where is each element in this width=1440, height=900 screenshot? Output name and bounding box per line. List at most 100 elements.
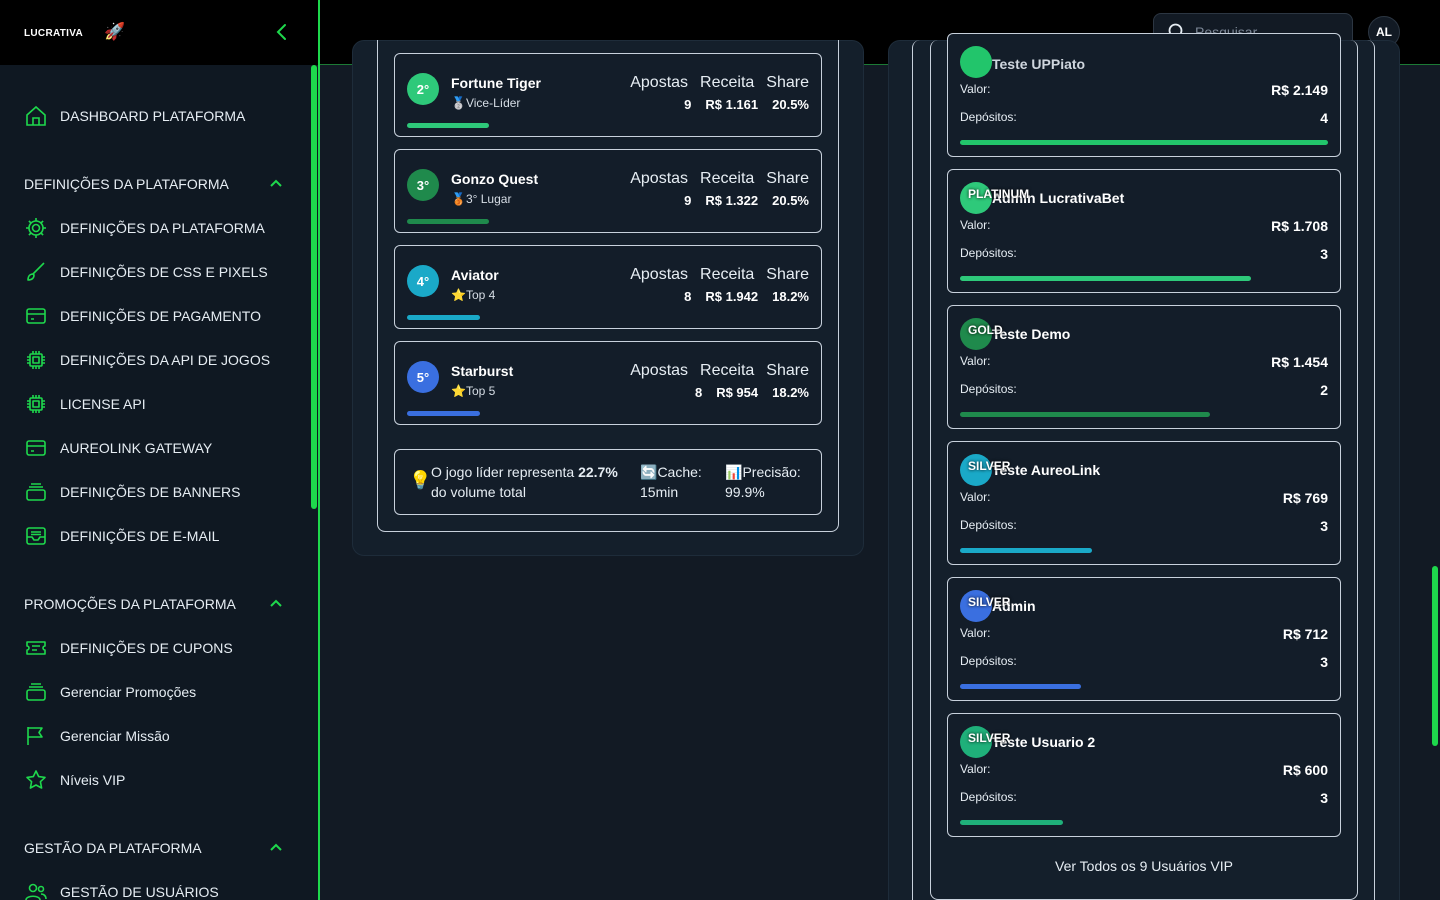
sidebar-item-definicoes-6[interactable]: DEFINIÇÕES DE BANNERS bbox=[24, 477, 240, 507]
section-title: PROMOÇÕES DA PLATAFORMA bbox=[24, 596, 236, 612]
valor-value: R$ 712 bbox=[1282, 626, 1328, 642]
vip-user-card[interactable]: Admin LucrativaBet PLATINUM Valor: R$ 1.708… bbox=[947, 169, 1341, 293]
game-stats-headers: Apostas Receita Share bbox=[630, 266, 809, 284]
collapse-sidebar-button[interactable] bbox=[272, 22, 292, 42]
game-stats-headers: Apostas Receita Share bbox=[630, 74, 809, 92]
game-card[interactable]: 5° Starburst ⭐Top 5 Apostas Receita Share 8 R$ … bbox=[394, 341, 822, 425]
share-progress-bar bbox=[407, 123, 489, 128]
receita-value: R$ 954 bbox=[716, 385, 759, 400]
depositos-row: Depósitos: 4 bbox=[960, 110, 1328, 126]
share-header: Share bbox=[766, 266, 809, 283]
valor-value: R$ 1.454 bbox=[1271, 354, 1328, 370]
valor-value: R$ 1.708 bbox=[1271, 218, 1328, 234]
valor-value: R$ 2.149 bbox=[1271, 82, 1328, 98]
share-value: 18.2% bbox=[772, 385, 809, 400]
sidebar-item-gestao-0[interactable]: GESTÃO DE USUÁRIOS bbox=[24, 877, 219, 900]
chevron-up-icon bbox=[270, 179, 282, 187]
vip-progress-bar bbox=[960, 140, 1328, 145]
game-name: Gonzo Quest bbox=[451, 171, 539, 187]
game-card[interactable]: 3° Gonzo Quest 🥉3° Lugar Apostas Receita Shar… bbox=[394, 149, 822, 233]
sidebar-item-promocoes-2[interactable]: Gerenciar Missão bbox=[24, 721, 170, 751]
game-position: Top 4 bbox=[465, 288, 496, 302]
sidebar-item-definicoes-4[interactable]: LICENSE API bbox=[24, 389, 146, 419]
receita-header: Receita bbox=[700, 170, 755, 187]
depositos-value: 2 bbox=[1320, 382, 1328, 398]
share-header: Share bbox=[766, 362, 809, 379]
share-progress-bar bbox=[407, 411, 480, 416]
depositos-label: Depósitos: bbox=[960, 246, 1017, 260]
game-subtitle: 🥉3° Lugar bbox=[451, 192, 511, 206]
vip-progress-bar bbox=[960, 276, 1251, 281]
sidebar-item-label: DASHBOARD PLATAFORMA bbox=[60, 108, 246, 124]
game-position: 3° Lugar bbox=[465, 192, 512, 206]
section-promocoes[interactable]: PROMOÇÕES DA PLATAFORMA bbox=[24, 592, 284, 616]
sidebar-item-definicoes-1[interactable]: DEFINIÇÕES DE CSS E PIXELS bbox=[24, 257, 268, 287]
sidebar-item-dashboard[interactable]: DASHBOARD PLATAFORMA bbox=[24, 101, 245, 131]
sidebar-item-definicoes-7[interactable]: DEFINIÇÕES DE E-MAIL bbox=[24, 521, 219, 551]
precision-value: 99.9% bbox=[725, 484, 765, 500]
sidebar-item-definicoes-5[interactable]: AUREOLINK GATEWAY bbox=[24, 433, 212, 463]
sidebar-item-label: LICENSE API bbox=[60, 396, 146, 412]
share-value: 20.5% bbox=[772, 193, 809, 208]
apostas-value: 8 bbox=[694, 385, 703, 400]
vip-user-card[interactable]: Teste Usuario 2 SILVER Valor: R$ 600 Depósit… bbox=[947, 713, 1341, 837]
inbox-icon bbox=[24, 524, 48, 548]
sidebar-item-definicoes-2[interactable]: DEFINIÇÕES DE PAGAMENTO bbox=[24, 301, 261, 331]
sidebar-item-label: Gerenciar Missão bbox=[60, 728, 170, 744]
sidebar-item-label: DEFINIÇÕES DA API DE JOGOS bbox=[60, 352, 271, 368]
sidebar-item-definicoes-0[interactable]: DEFINIÇÕES DA PLATAFORMA bbox=[24, 213, 265, 243]
sidebar-item-label: DEFINIÇÕES DE PAGAMENTO bbox=[60, 308, 261, 324]
card-icon bbox=[24, 436, 48, 460]
cache-label: Cache: bbox=[657, 464, 702, 480]
vip-user-card[interactable]: Teste Demo GOLD Valor: R$ 1.454 Depósitos: 2 bbox=[947, 305, 1341, 429]
stack-icon bbox=[24, 680, 48, 704]
depositos-label: Depósitos: bbox=[960, 518, 1017, 532]
receita-value: R$ 1.161 bbox=[705, 97, 759, 112]
sidebar-item-definicoes-3[interactable]: DEFINIÇÕES DA API DE JOGOS bbox=[24, 345, 270, 375]
vip-user-card[interactable]: Teste UPPiato Valor: R$ 2.149 Depósitos: 4 bbox=[947, 33, 1341, 157]
game-card[interactable]: 4° Aviator ⭐Top 4 Apostas Receita Share 8 R$ 1.… bbox=[394, 245, 822, 329]
vip-user-card[interactable]: Teste AureoLink SILVER Valor: R$ 769 Depósit… bbox=[947, 441, 1341, 565]
gear-icon bbox=[24, 216, 48, 240]
valor-label: Valor: bbox=[960, 490, 991, 504]
section-definicoes[interactable]: DEFINIÇÕES DA PLATAFORMA bbox=[24, 172, 284, 196]
depositos-row: Depósitos: 3 bbox=[960, 654, 1328, 670]
sidebar-item-promocoes-3[interactable]: Níveis VIP bbox=[24, 765, 125, 795]
sidebar-item-label: DEFINIÇÕES DE BANNERS bbox=[60, 484, 241, 500]
depositos-row: Depósitos: 2 bbox=[960, 382, 1328, 398]
apostas-value: 9 bbox=[684, 97, 692, 112]
valor-value: R$ 769 bbox=[1282, 490, 1328, 506]
sidebar-item-promocoes-1[interactable]: Gerenciar Promoções bbox=[24, 677, 196, 707]
game-rank-badge: 5° bbox=[407, 361, 439, 393]
section-gestao[interactable]: GESTÃO DA PLATAFORMA bbox=[24, 836, 284, 860]
apostas-value: 9 bbox=[684, 193, 692, 208]
vip-tier-badge: SILVER bbox=[968, 731, 1011, 745]
share-header: Share bbox=[766, 74, 809, 91]
sidebar-item-label: DEFINIÇÕES DE E-MAIL bbox=[60, 528, 220, 544]
sidebar-item-label: DEFINIÇÕES DE CUPONS bbox=[60, 640, 233, 656]
game-card[interactable]: 2° Fortune Tiger 🥈Vice-Líder Apostas Receita… bbox=[394, 53, 822, 137]
sidebar-item-promocoes-0[interactable]: DEFINIÇÕES DE CUPONS bbox=[24, 633, 233, 663]
sidebar-scrollbar[interactable] bbox=[311, 65, 317, 509]
leader-value: 22.7% bbox=[578, 464, 618, 480]
game-rank-badge: 2° bbox=[407, 73, 439, 105]
sidebar-item-label: AUREOLINK GATEWAY bbox=[60, 440, 213, 456]
receita-header: Receita bbox=[700, 362, 755, 379]
valor-row: Valor: R$ 600 bbox=[960, 762, 1328, 778]
receita-value: R$ 1.942 bbox=[705, 289, 759, 304]
game-name: Aviator bbox=[451, 267, 499, 283]
game-name: Starburst bbox=[451, 363, 514, 379]
vip-user-card[interactable]: Admin SILVER Valor: R$ 712 Depósitos: 3 bbox=[947, 577, 1341, 701]
chip-icon bbox=[24, 392, 48, 416]
depositos-label: Depósitos: bbox=[960, 382, 1017, 396]
medal-icon: ⭐ bbox=[451, 384, 466, 398]
apostas-header: Apostas bbox=[630, 170, 689, 187]
vip-tier-badge: SILVER bbox=[968, 459, 1011, 473]
depositos-value: 3 bbox=[1320, 790, 1328, 806]
view-all-vip-link[interactable]: Ver Todos os 9 Usuários VIP bbox=[930, 858, 1358, 874]
game-stats-headers: Apostas Receita Share bbox=[630, 170, 809, 188]
share-progress-bar bbox=[407, 315, 480, 320]
page-scrollbar[interactable] bbox=[1432, 566, 1438, 746]
depositos-value: 3 bbox=[1320, 654, 1328, 670]
chevron-up-icon bbox=[270, 843, 282, 851]
